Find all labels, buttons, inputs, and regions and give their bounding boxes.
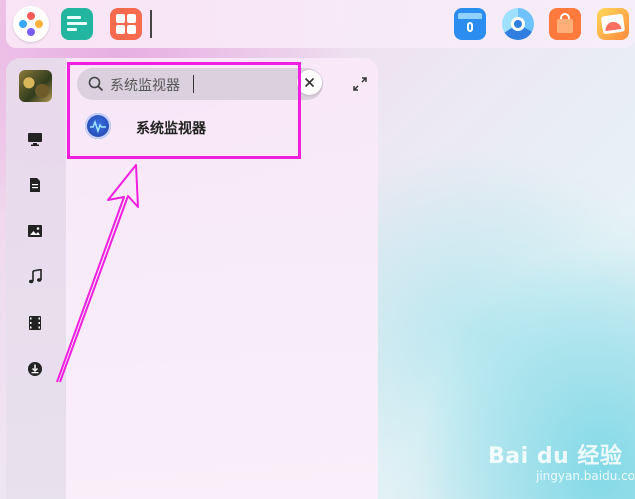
watermark: Bai du 经验 jingyan.baidu.com — [488, 434, 635, 499]
watermark-brand: Bai du 经验 — [488, 444, 623, 469]
annotation-arrow-icon — [56, 164, 139, 383]
watermark-url: jingyan.baidu.com — [536, 469, 635, 483]
